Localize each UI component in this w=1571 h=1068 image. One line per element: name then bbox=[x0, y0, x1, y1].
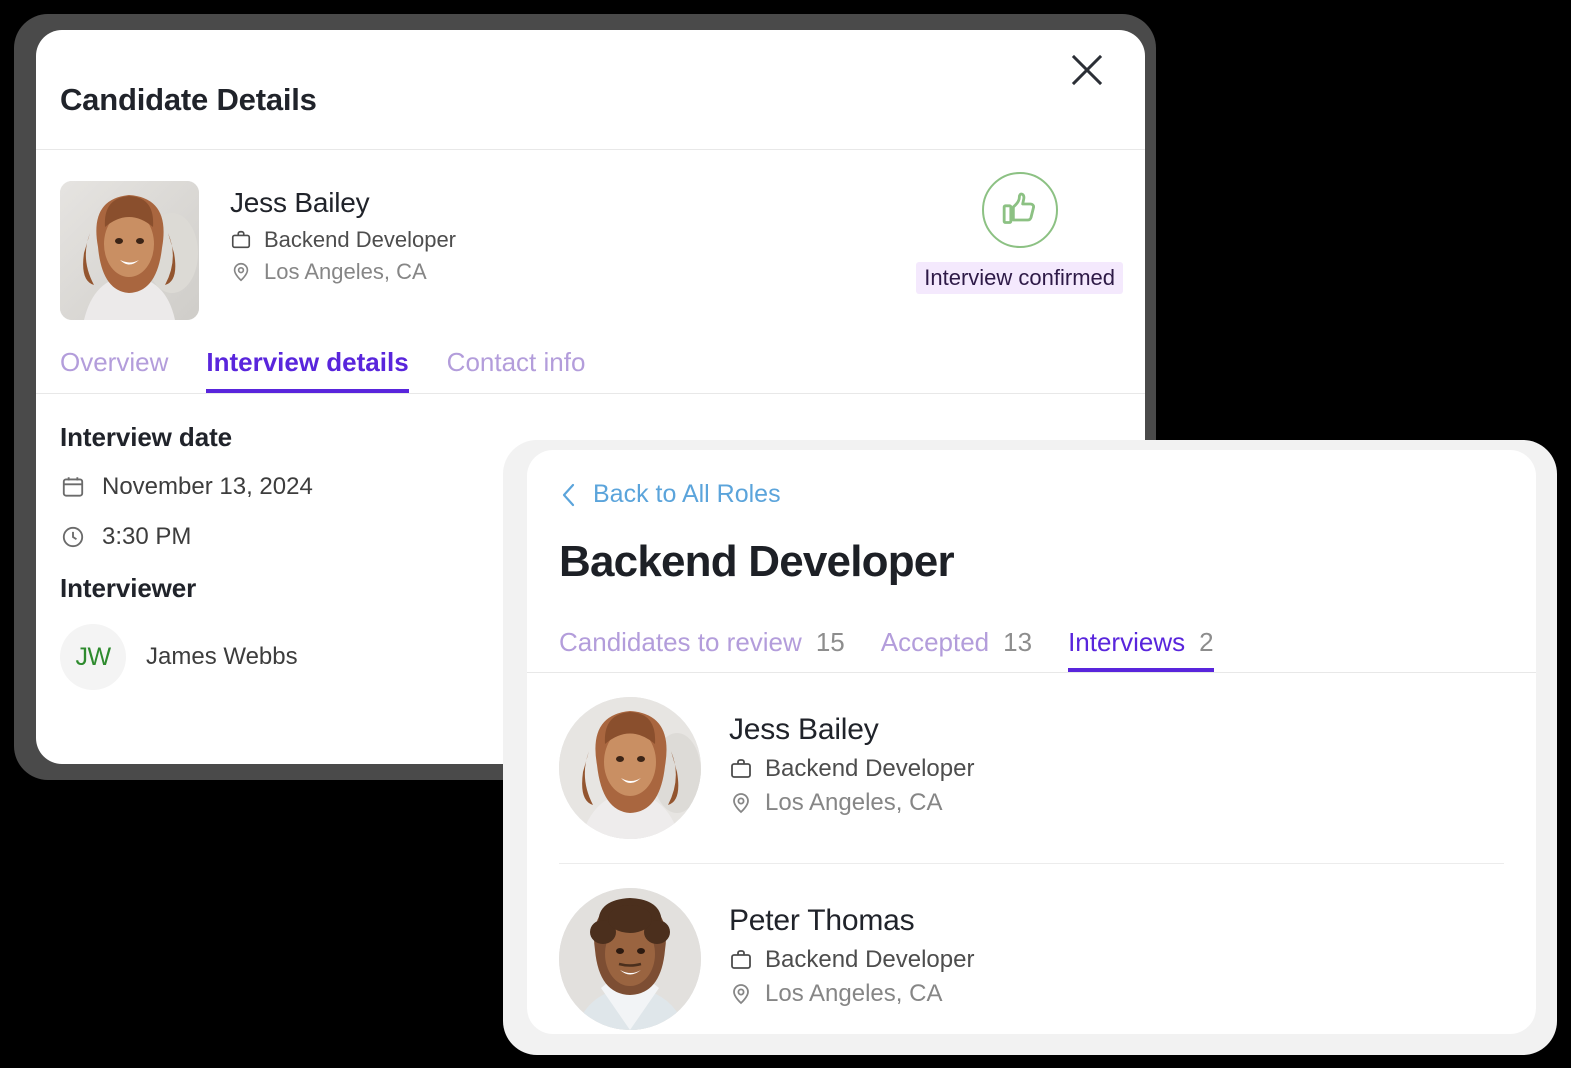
tab-contact-info[interactable]: Contact info bbox=[447, 347, 586, 393]
avatar bbox=[559, 696, 701, 839]
candidate-role: Backend Developer bbox=[765, 945, 975, 973]
list-item-info: Peter Thomas Backend Developer Los Angel… bbox=[729, 904, 974, 1014]
tab-interview-details[interactable]: Interview details bbox=[206, 347, 409, 393]
interview-time-value: 3:30 PM bbox=[102, 523, 192, 550]
tab-count: 15 bbox=[815, 626, 845, 657]
role-tabs: Candidates to review 15 Accepted 13 Inte… bbox=[527, 621, 1536, 673]
candidate-location-row: Los Angeles, CA bbox=[729, 789, 974, 817]
candidate-photo bbox=[559, 696, 701, 839]
briefcase-icon bbox=[231, 230, 251, 249]
role-title: Backend Developer bbox=[559, 536, 955, 586]
close-icon bbox=[1071, 54, 1103, 86]
location-pin-icon bbox=[733, 792, 749, 813]
candidate-role: Backend Developer bbox=[264, 227, 457, 252]
briefcase-icon bbox=[731, 758, 751, 778]
chevron-left-icon bbox=[562, 483, 575, 506]
candidate-location-row: Los Angeles, CA bbox=[729, 980, 974, 1008]
list-item[interactable]: Jess Bailey Backend Developer Los Angele… bbox=[559, 673, 1504, 864]
candidate-location: Los Angeles, CA bbox=[765, 788, 943, 816]
candidate-location: Los Angeles, CA bbox=[264, 259, 427, 284]
list-item-info: Jess Bailey Backend Developer Los Angele… bbox=[729, 713, 974, 823]
thumbs-up-icon bbox=[1002, 192, 1035, 224]
candidate-summary: Jess Bailey Backend Developer Los Angele… bbox=[36, 150, 1145, 340]
candidate-location: Los Angeles, CA bbox=[765, 979, 943, 1007]
candidate-name: Jess Bailey bbox=[729, 712, 879, 746]
avatar bbox=[559, 887, 701, 1030]
interviewer-name: James Webbs bbox=[146, 643, 298, 670]
candidate-details-header: Candidate Details bbox=[36, 30, 1145, 150]
list-item[interactable]: Peter Thomas Backend Developer Los Angel… bbox=[559, 864, 1504, 1035]
tab-label: Interviews bbox=[1068, 626, 1186, 657]
tab-count: 2 bbox=[1199, 626, 1214, 657]
thumbs-up-badge bbox=[981, 172, 1058, 248]
close-button[interactable] bbox=[1064, 47, 1110, 93]
candidate-name: Peter Thomas bbox=[729, 903, 915, 937]
page-title: Candidate Details bbox=[60, 82, 317, 117]
candidate-tabs: Overview Interview details Contact info bbox=[36, 340, 1145, 394]
candidate-role: Backend Developer bbox=[765, 754, 975, 782]
location-pin-icon bbox=[733, 983, 749, 1004]
tab-overview[interactable]: Overview bbox=[60, 347, 168, 393]
status-badge: Interview confirmed bbox=[916, 262, 1123, 294]
role-header: Back to All Roles Backend Developer bbox=[527, 450, 1536, 587]
interviewer-avatar-initials: JW bbox=[60, 624, 126, 690]
tab-candidates-to-review[interactable]: Candidates to review 15 bbox=[559, 627, 845, 672]
role-card: Back to All Roles Backend Developer Cand… bbox=[527, 450, 1536, 1034]
location-pin-icon bbox=[233, 262, 249, 282]
screen: Candidate Details Jess Bailey Backend De… bbox=[0, 0, 1571, 1068]
candidate-role-row: Backend Developer bbox=[729, 755, 974, 783]
briefcase-icon bbox=[731, 949, 751, 969]
candidate-role-row: Backend Developer bbox=[729, 946, 974, 974]
tab-accepted[interactable]: Accepted 13 bbox=[881, 627, 1032, 672]
back-to-all-roles-link[interactable]: Back to All Roles bbox=[559, 480, 781, 509]
clock-icon bbox=[62, 526, 84, 548]
tab-interviews[interactable]: Interviews 2 bbox=[1068, 627, 1214, 672]
calendar-icon bbox=[62, 477, 84, 497]
candidate-photo bbox=[559, 887, 701, 1030]
tab-label: Candidates to review bbox=[559, 626, 802, 657]
back-link-label: Back to All Roles bbox=[593, 480, 781, 508]
tab-count: 13 bbox=[1003, 626, 1033, 657]
interview-date-value: November 13, 2024 bbox=[102, 473, 313, 500]
tab-label: Accepted bbox=[880, 626, 990, 657]
avatar bbox=[60, 181, 199, 320]
candidate-list: Jess Bailey Backend Developer Los Angele… bbox=[527, 673, 1536, 1035]
interview-status: Interview confirmed bbox=[916, 172, 1123, 294]
candidate-photo bbox=[60, 181, 199, 320]
